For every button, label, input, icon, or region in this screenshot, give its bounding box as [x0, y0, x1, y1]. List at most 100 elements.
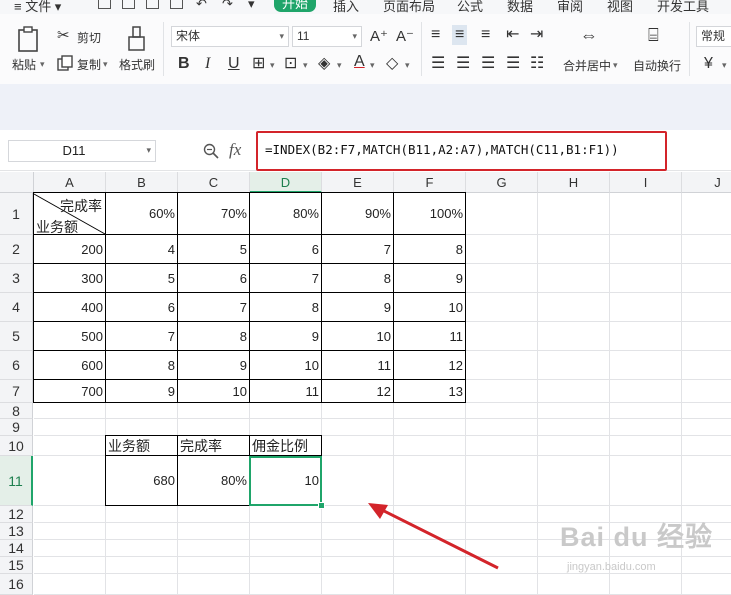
table-cell[interactable]: 7	[250, 264, 322, 293]
decrease-font-icon[interactable]: A⁻	[396, 29, 414, 45]
table-cell[interactable]: 10	[322, 322, 394, 351]
lookup-header-3[interactable]: 佣金比例	[250, 436, 322, 456]
copy-button[interactable]: 复制	[77, 56, 101, 73]
table-cell[interactable]: 5	[178, 235, 250, 264]
chevron-down-icon[interactable]: ▾	[405, 60, 410, 71]
amount-cell-5[interactable]: 500	[34, 322, 106, 351]
row-header-14[interactable]: 14	[0, 540, 33, 557]
increase-font-icon[interactable]: A⁺	[370, 29, 388, 45]
row-header-3[interactable]: 3	[0, 264, 33, 293]
bold-button[interactable]: B	[178, 56, 190, 72]
amount-cell-2[interactable]: 200	[34, 235, 106, 264]
column-header-j[interactable]: J	[682, 172, 731, 193]
table-cell[interactable]: 8	[322, 264, 394, 293]
chevron-down-icon[interactable]: ▾	[613, 60, 618, 71]
border-icon[interactable]: ⊞	[252, 56, 265, 72]
tab-formulas[interactable]: 公式	[457, 0, 483, 14]
print-preview-icon[interactable]	[170, 0, 183, 9]
column-header-a[interactable]: A	[34, 172, 106, 193]
tab-page-layout[interactable]: 页面布局	[383, 0, 435, 14]
zoom-icon[interactable]	[203, 143, 219, 159]
table-cell[interactable]: 12	[394, 351, 466, 380]
table-cell[interactable]: 12	[322, 380, 394, 403]
formula-input[interactable]: =INDEX(B2:F7,MATCH(B11,A2:A7),MATCH(C11,…	[256, 131, 667, 171]
column-header-h[interactable]: H	[538, 172, 610, 193]
lookup-header-1[interactable]: 业务额	[106, 436, 178, 456]
fill-handle[interactable]	[318, 502, 325, 509]
paste-button[interactable]: 粘贴	[12, 56, 36, 73]
cell-style-icon[interactable]: ⊡	[284, 56, 297, 72]
rate-cell-2[interactable]: 70%	[178, 193, 250, 235]
cut-button[interactable]: 剪切	[77, 29, 101, 46]
eraser-icon[interactable]: ◇	[386, 56, 398, 72]
copy-icon[interactable]	[57, 55, 73, 71]
rate-cell-1[interactable]: 60%	[106, 193, 178, 235]
column-header-f[interactable]: F	[394, 172, 466, 193]
table-cell[interactable]: 10	[178, 380, 250, 403]
column-header-i[interactable]: I	[610, 172, 682, 193]
selected-cell-d11[interactable]	[249, 456, 322, 506]
chevron-down-icon[interactable]: ▾	[337, 60, 342, 71]
table-cell[interactable]: 6	[178, 264, 250, 293]
export-icon[interactable]	[122, 0, 135, 9]
save-icon[interactable]	[98, 0, 111, 9]
fill-color-icon[interactable]: ◈	[318, 56, 330, 72]
row-header-12[interactable]: 12	[0, 506, 33, 523]
table-cell[interactable]: 11	[250, 380, 322, 403]
function-icon[interactable]: fx	[229, 140, 241, 160]
column-header-e[interactable]: E	[322, 172, 394, 193]
row-header-10[interactable]: 10	[0, 436, 33, 456]
table-cell[interactable]: 8	[394, 235, 466, 264]
distribute-icon[interactable]: ☷	[530, 56, 544, 72]
table-cell[interactable]: 8	[106, 351, 178, 380]
row-header-5[interactable]: 5	[0, 322, 33, 351]
table-cell[interactable]: 9	[178, 351, 250, 380]
table-cell[interactable]: 7	[322, 235, 394, 264]
table-cell[interactable]: 4	[106, 235, 178, 264]
tab-view[interactable]: 视图	[607, 0, 633, 14]
row-header-4[interactable]: 4	[0, 293, 33, 322]
column-header-c[interactable]: C	[178, 172, 250, 193]
column-header-d[interactable]: D	[250, 172, 322, 193]
tab-insert[interactable]: 插入	[333, 0, 359, 14]
table-cell[interactable]: 10	[250, 351, 322, 380]
tab-data[interactable]: 数据	[507, 0, 533, 14]
align-center-icon[interactable]: ☰	[456, 56, 470, 72]
table-cell[interactable]: 9	[106, 380, 178, 403]
table-cell[interactable]: 7	[178, 293, 250, 322]
undo-icon[interactable]: ↶	[196, 0, 207, 12]
wrap-text-icon[interactable]: ⌸	[648, 26, 659, 44]
table-cell[interactable]: 13	[394, 380, 466, 403]
align-left-icon[interactable]: ☰	[431, 56, 445, 72]
chevron-down-icon[interactable]: ▾	[146, 145, 151, 156]
paste-dropdown-icon[interactable]: ▾	[40, 59, 45, 70]
table-cell[interactable]: 7	[106, 322, 178, 351]
italic-button[interactable]: I	[205, 56, 210, 72]
font-size-select[interactable]: 11 ▾	[292, 26, 362, 47]
row-header-2[interactable]: 2	[0, 235, 33, 264]
table-cell[interactable]: 8	[178, 322, 250, 351]
format-painter-button[interactable]: 格式刷	[119, 56, 155, 73]
chevron-down-icon[interactable]: ▾	[303, 60, 308, 71]
rate-cell-5[interactable]: 100%	[394, 193, 466, 235]
table-cell[interactable]: 6	[106, 293, 178, 322]
table-cell[interactable]: 9	[322, 293, 394, 322]
copy-dropdown-icon[interactable]: ▾	[103, 59, 108, 70]
row-header-9[interactable]: 9	[0, 419, 33, 436]
merge-center-button[interactable]: 合并居中	[563, 57, 611, 74]
row-header-7[interactable]: 7	[0, 380, 33, 403]
lookup-header-2[interactable]: 完成率	[178, 436, 250, 456]
amount-cell-7[interactable]: 700	[34, 380, 106, 403]
rate-cell-4[interactable]: 90%	[322, 193, 394, 235]
currency-icon[interactable]: ¥	[704, 56, 713, 72]
redo-icon[interactable]: ↷	[222, 0, 233, 12]
more-icon[interactable]: ▾	[248, 0, 255, 12]
tab-developer[interactable]: 开发工具	[657, 0, 709, 14]
chevron-down-icon[interactable]: ▾	[370, 60, 375, 71]
align-bottom-icon[interactable]: ≡	[481, 27, 490, 43]
wrap-text-button[interactable]: 自动换行	[633, 57, 681, 74]
chevron-down-icon[interactable]: ▾	[270, 60, 275, 71]
font-color-icon[interactable]: A	[354, 54, 365, 70]
table-cell[interactable]: 8	[250, 293, 322, 322]
format-painter-icon[interactable]	[127, 26, 147, 54]
